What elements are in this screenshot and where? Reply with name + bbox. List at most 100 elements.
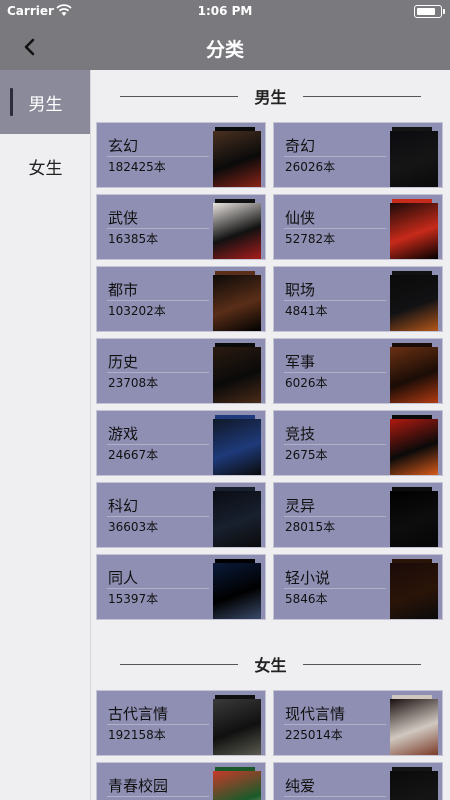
sidebar-tab-female[interactable]: 女生: [0, 134, 91, 198]
book-cover: [213, 347, 261, 403]
section-title: 男生: [254, 88, 287, 107]
category-card[interactable]: 玄幻 182425本: [96, 122, 266, 188]
category-card[interactable]: 都市 103202本: [96, 266, 266, 332]
section-divider-left: [120, 95, 239, 97]
section-header: 女生: [91, 638, 450, 690]
book-cover: [390, 491, 438, 547]
book-cover: [213, 131, 261, 187]
section-divider-right: [302, 95, 421, 97]
category-name: 武侠: [108, 209, 139, 227]
book-cover: [213, 699, 261, 755]
active-tab-indicator: [10, 88, 13, 116]
category-card[interactable]: 灵异 28015本: [273, 482, 443, 548]
book-cover: [390, 699, 438, 755]
category-sidebar: 男生 女生: [0, 70, 91, 800]
category-name: 轻小说: [285, 569, 331, 587]
category-name: 仙侠: [285, 209, 316, 227]
category-underline: [107, 724, 209, 725]
category-underline: [284, 300, 386, 301]
category-count: 24667本: [108, 448, 159, 462]
sidebar-tab-label: 男生: [28, 94, 63, 115]
category-count: 5846本: [285, 592, 328, 606]
section-header: 男生: [91, 70, 450, 122]
book-cover: [213, 419, 261, 475]
status-bar: Carrier 1:06 PM: [0, 0, 450, 24]
book-cover: [390, 275, 438, 331]
category-card[interactable]: 军事 6026本: [273, 338, 443, 404]
category-underline: [284, 156, 386, 157]
book-cover: [390, 419, 438, 475]
section-title: 女生: [254, 656, 287, 675]
category-name: 竞技: [285, 425, 316, 443]
book-cover: [390, 563, 438, 619]
category-card[interactable]: 古代言情 192158本: [96, 690, 266, 756]
category-name: 青春校园: [108, 777, 169, 795]
page-title: 分类: [205, 39, 244, 61]
category-card[interactable]: 同人 15397本: [96, 554, 266, 620]
category-underline: [284, 516, 386, 517]
category-count: 23708本: [108, 376, 159, 390]
book-cover: [213, 491, 261, 547]
category-card[interactable]: 武侠 16385本: [96, 194, 266, 260]
category-name: 奇幻: [285, 137, 316, 155]
category-name: 灵异: [285, 497, 316, 515]
category-card[interactable]: 游戏 24667本: [96, 410, 266, 476]
category-content[interactable]: 男生玄幻 182425本 奇幻 26026本武侠 16385本 仙侠 52782本都市 103…: [91, 70, 450, 800]
category-card[interactable]: 现代言情 225014本: [273, 690, 443, 756]
category-name: 科幻: [108, 497, 139, 515]
book-cover: [213, 203, 261, 259]
category-count: 103202本: [108, 304, 166, 318]
category-underline: [284, 724, 386, 725]
book-cover: [390, 347, 438, 403]
category-name: 现代言情: [285, 705, 346, 723]
category-name: 同人: [108, 569, 139, 587]
category-count: 4841本: [285, 304, 328, 318]
category-card[interactable]: 仙侠 52782本: [273, 194, 443, 260]
category-name: 军事: [285, 353, 316, 371]
category-card[interactable]: 奇幻 26026本: [273, 122, 443, 188]
category-count: 192158本: [108, 728, 166, 742]
sidebar-tab-label: 女生: [28, 158, 63, 179]
section-divider-right: [302, 663, 421, 665]
category-card[interactable]: 历史 23708本: [96, 338, 266, 404]
category-card[interactable]: 科幻 36603本: [96, 482, 266, 548]
category-underline: [107, 156, 209, 157]
book-cover: [390, 203, 438, 259]
category-name: 古代言情: [108, 705, 169, 723]
category-card[interactable]: 轻小说 5846本: [273, 554, 443, 620]
category-count: 36603本: [108, 520, 159, 534]
category-count: 52782本: [285, 232, 336, 246]
nav-bar: 分类: [0, 24, 450, 70]
category-underline: [284, 228, 386, 229]
category-underline: [107, 516, 209, 517]
category-card[interactable]: 职场 4841本: [273, 266, 443, 332]
category-name: 玄幻: [108, 137, 139, 155]
category-underline: [107, 796, 209, 797]
category-card[interactable]: 纯爱1369本: [273, 762, 443, 800]
category-count: 2675本: [285, 448, 328, 462]
book-cover: [213, 771, 261, 800]
category-grid: 古代言情 192158本 现代言情 225014本青春校园64362本纯爱1369本: [91, 690, 450, 800]
book-cover: [390, 771, 438, 800]
category-underline: [107, 300, 209, 301]
category-card[interactable]: 竞技 2675本: [273, 410, 443, 476]
category-underline: [107, 372, 209, 373]
battery-icon: [414, 5, 445, 18]
sidebar-tab-male[interactable]: 男生: [0, 70, 91, 134]
category-name: 职场: [285, 281, 316, 299]
book-cover: [213, 563, 261, 619]
category-underline: [107, 588, 209, 589]
category-underline: [284, 588, 386, 589]
book-cover: [213, 275, 261, 331]
category-count: 28015本: [285, 520, 336, 534]
status-time: 1:06 PM: [197, 4, 253, 18]
category-underline: [284, 796, 386, 797]
category-count: 15397本: [108, 592, 159, 606]
category-count: 16385本: [108, 232, 159, 246]
category-card[interactable]: 青春校园64362本: [96, 762, 266, 800]
category-underline: [107, 444, 209, 445]
category-grid: 玄幻 182425本 奇幻 26026本武侠 16385本 仙侠 52782本都市 10320…: [91, 122, 450, 620]
category-name: 纯爱: [285, 777, 316, 795]
category-underline: [284, 372, 386, 373]
